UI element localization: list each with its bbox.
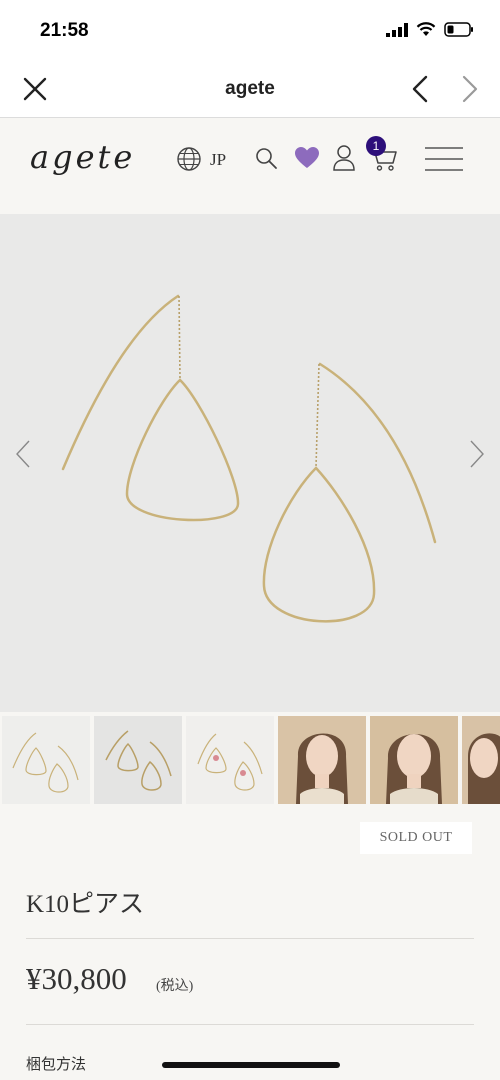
earrings-thumbnail bbox=[105, 730, 172, 791]
hamburger-menu-icon[interactable] bbox=[424, 146, 464, 172]
model-thumbnail bbox=[462, 716, 500, 804]
globe-icon[interactable] bbox=[176, 146, 202, 172]
thumbnail-6[interactable] bbox=[462, 716, 500, 804]
back-arrow-icon[interactable] bbox=[410, 74, 430, 104]
image-next-icon[interactable] bbox=[468, 439, 486, 469]
thumbnail-5[interactable] bbox=[370, 716, 458, 804]
battery-icon bbox=[444, 22, 473, 37]
sold-out-badge: SOLD OUT bbox=[360, 822, 472, 854]
search-icon[interactable] bbox=[254, 146, 278, 170]
thumbnail-2[interactable] bbox=[94, 716, 182, 804]
model-thumbnail bbox=[370, 716, 458, 804]
cart-count-badge: 1 bbox=[366, 136, 386, 156]
status-time: 21:58 bbox=[40, 20, 89, 41]
product-main-image[interactable] bbox=[0, 214, 500, 712]
wifi-icon bbox=[416, 22, 436, 36]
site-logo[interactable]: agete bbox=[30, 138, 135, 176]
product-name: K10ピアス bbox=[26, 891, 145, 918]
thumbnail-3[interactable] bbox=[186, 716, 274, 804]
browser-nav-bar: agete bbox=[0, 60, 500, 118]
earrings-image bbox=[61, 294, 437, 623]
model-thumbnail bbox=[278, 716, 366, 804]
image-prev-icon[interactable] bbox=[14, 439, 32, 469]
language-selector[interactable]: JP bbox=[210, 150, 226, 170]
product-price: ¥30,800 bbox=[26, 961, 127, 996]
thumbnail-1[interactable] bbox=[2, 716, 90, 804]
forward-arrow-icon[interactable] bbox=[460, 74, 480, 104]
divider bbox=[26, 938, 474, 939]
thumbnail-strip bbox=[0, 716, 500, 806]
site-header: agete JP 1 bbox=[0, 118, 500, 214]
status-icons bbox=[386, 22, 474, 37]
earrings-thumbnail bbox=[197, 733, 263, 791]
signal-icon bbox=[386, 22, 408, 37]
tax-note: (税込) bbox=[156, 979, 194, 994]
thumbnail-4[interactable] bbox=[278, 716, 366, 804]
earrings-thumbnail bbox=[12, 732, 79, 793]
status-bar: 21:58 bbox=[0, 0, 500, 60]
home-indicator[interactable] bbox=[162, 1062, 340, 1068]
packaging-section-title[interactable]: 梱包方法 bbox=[26, 1053, 86, 1074]
heart-icon[interactable] bbox=[294, 146, 320, 170]
divider bbox=[26, 1024, 474, 1025]
user-account-icon[interactable] bbox=[332, 144, 356, 172]
